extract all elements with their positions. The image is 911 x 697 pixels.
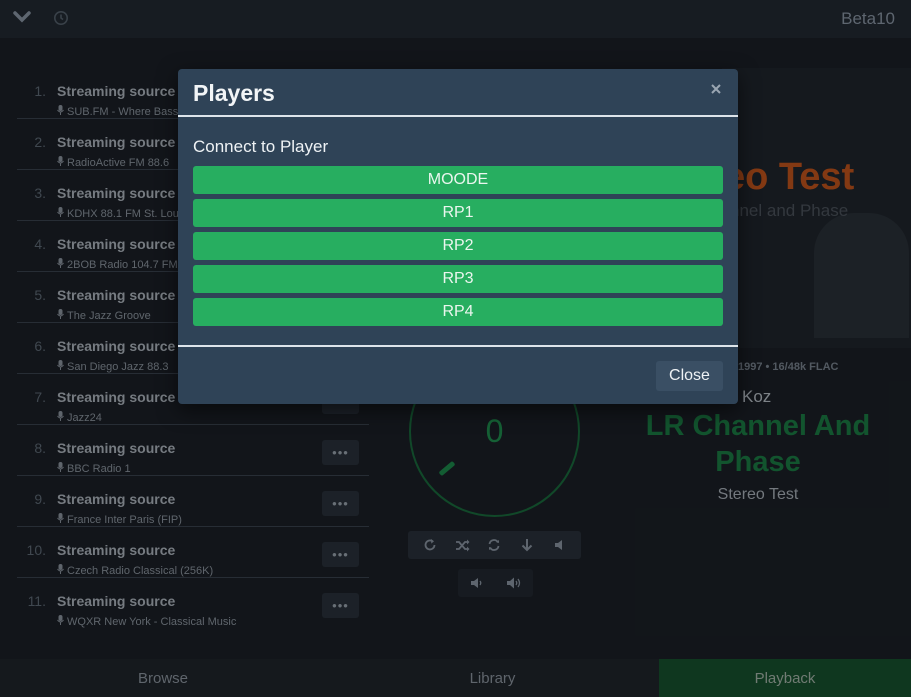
modal-header: Players	[178, 69, 738, 117]
close-button[interactable]: Close	[656, 361, 723, 391]
player-button-rp3[interactable]: RP3	[193, 265, 723, 293]
player-list: MOODE RP1 RP2 RP3 RP4	[193, 166, 723, 326]
close-icon[interactable]	[708, 81, 724, 97]
modal-title: Players	[193, 80, 275, 106]
player-button-rp4[interactable]: RP4	[193, 298, 723, 326]
player-button-rp2[interactable]: RP2	[193, 232, 723, 260]
players-modal: Players Connect to Player MOODE RP1 RP2 …	[178, 69, 738, 404]
player-button-rp1[interactable]: RP1	[193, 199, 723, 227]
modal-footer: Close	[178, 345, 738, 404]
connect-label: Connect to Player	[193, 137, 329, 156]
player-button-moode[interactable]: MOODE	[193, 166, 723, 194]
